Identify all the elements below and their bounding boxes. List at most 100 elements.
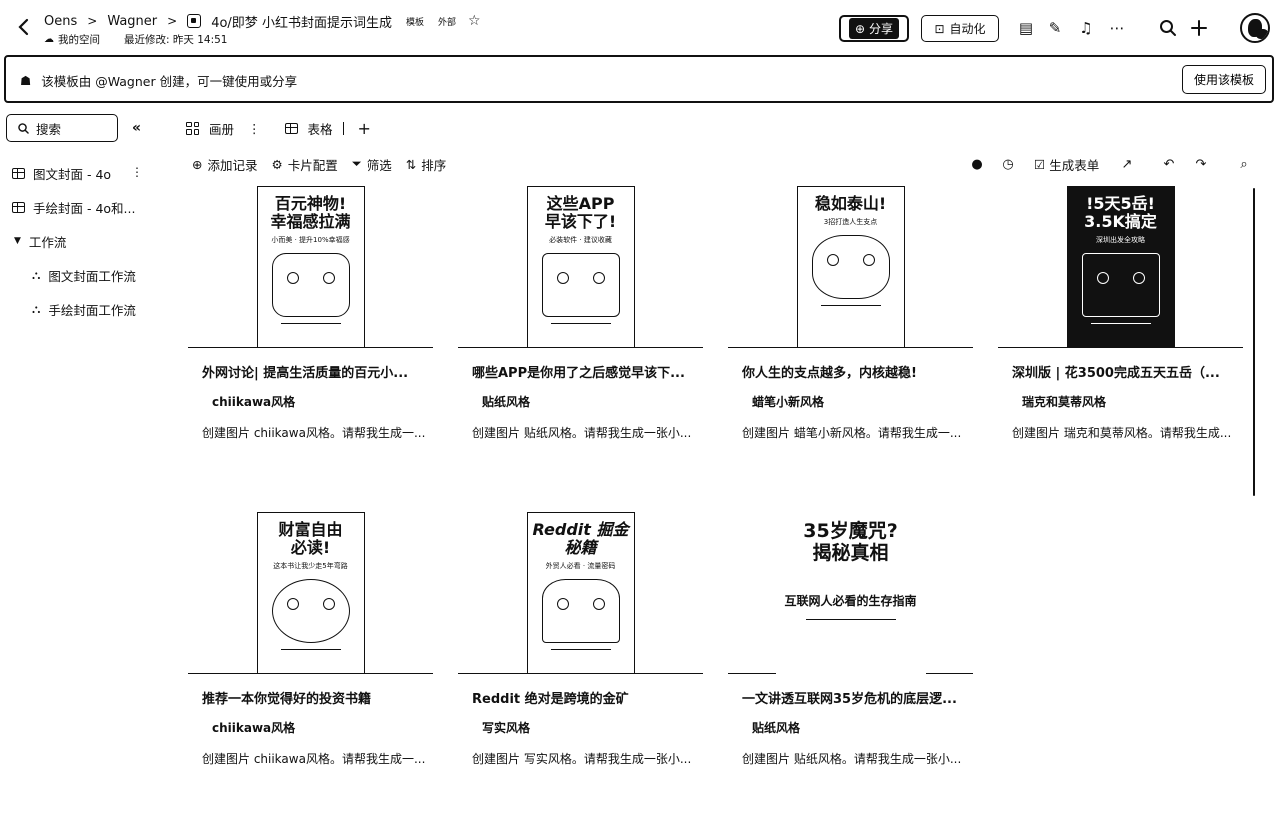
workflow-icon: ⛬: [32, 267, 41, 282]
automation-button[interactable]: ⊡ 自动化: [921, 15, 999, 42]
cover-headline: Reddit 掘金秘籍: [532, 520, 629, 557]
card-title: 你人生的支点越多，内核越稳!: [742, 366, 917, 381]
top-bar: Oens > Wagner > 4o/即梦 小红书封面提示词生成 模板 外部 ☆…: [0, 0, 1280, 52]
search-icon: [18, 122, 29, 134]
table-icon: [284, 122, 298, 134]
sidebar-item-graphic-cover[interactable]: 图文封面 - 4o: [12, 162, 111, 184]
base-doc-icon: [187, 14, 202, 28]
bell-icon[interactable]: ♫: [1076, 18, 1096, 38]
cover-image: 35岁魔咒? 揭秘真相 互联网人必看的生存指南: [775, 512, 926, 674]
cat-illustration-icon: [271, 579, 350, 643]
plus-icon[interactable]: [1189, 18, 1209, 38]
sidebar-folder-workflow[interactable]: ▼ 工作流: [14, 230, 66, 252]
collapse-sidebar-icon[interactable]: «: [132, 120, 141, 136]
more-icon[interactable]: ⋯: [1107, 18, 1127, 38]
template-tag: 模板: [405, 17, 424, 28]
color-icon[interactable]: ●: [970, 155, 984, 173]
breadcrumb-item-wagner[interactable]: Wagner: [107, 14, 157, 29]
card[interactable]: !5天5岳! 3.5K搞定 深圳出发全攻略 深圳版 | 花3500完成五天五岳（…: [998, 186, 1243, 486]
tab-gallery[interactable]: 画册: [209, 119, 234, 138]
use-template-button[interactable]: 使用该模板: [1182, 65, 1266, 94]
card-title: 一文讲透互联网35岁危机的底层逻...: [742, 692, 957, 707]
card-cover: 财富自由 必读! 这本书让我少走5年弯路: [188, 512, 433, 674]
cover-headline: !5天5岳! 3.5K搞定: [1084, 194, 1157, 231]
caret-down-icon: ▼: [14, 236, 21, 246]
sort-button[interactable]: ⇅ 排序: [406, 155, 447, 174]
card-cover: 稳如泰山! 3招打造人生支点: [728, 186, 973, 348]
robot-icon: ⊡: [934, 21, 945, 36]
sidebar-item-label: 工作流: [28, 234, 67, 250]
sort-icon: ⇅: [405, 156, 417, 172]
breadcrumb-item-oens[interactable]: Oens: [44, 14, 77, 29]
document-icon[interactable]: ▤: [1016, 18, 1036, 38]
plus-circle-icon: ⊕: [192, 156, 203, 172]
card-cover: Reddit 掘金秘籍 外贸人必看 · 流量密码: [458, 512, 703, 674]
phone-illustration-icon: [541, 253, 620, 317]
redo-icon[interactable]: ↷: [1194, 155, 1208, 173]
history-icon[interactable]: ◷: [1001, 155, 1015, 173]
card-cover: 这些APP 早该下了! 必装软件 · 建议收藏: [458, 186, 703, 348]
gear-icon: ⚙: [271, 156, 283, 172]
space-link[interactable]: ☁ 我的空间: [44, 32, 100, 47]
plugin-icon[interactable]: ✎: [1045, 18, 1065, 38]
doc-meta: ☁ 我的空间 最近修改: 昨天 14:51: [44, 32, 227, 47]
card-description: 创建图片 chiikawa风格。请帮我生成一...: [202, 426, 426, 440]
last-modified: 最近修改: 昨天 14:51: [124, 34, 228, 46]
search-placeholder: 搜索: [36, 121, 62, 137]
card-title: 推荐一本你觉得好的投资书籍: [202, 692, 372, 707]
share-view-icon[interactable]: ↗: [1120, 155, 1134, 173]
add-record-label: 添加记录: [207, 157, 258, 173]
avatar[interactable]: [1240, 13, 1270, 43]
external-tag: 外部: [437, 17, 456, 28]
search-icon[interactable]: [1158, 18, 1178, 38]
tab-table[interactable]: 表格: [308, 119, 333, 138]
sidebar-item-handdrawn-cover[interactable]: 手绘封面 - 4o和...: [12, 196, 135, 218]
sidebar-search-input[interactable]: 搜索: [6, 114, 118, 142]
card-cover: 35岁魔咒? 揭秘真相 互联网人必看的生存指南: [728, 512, 973, 674]
mountain-illustration-icon: [1081, 253, 1160, 317]
cover-headline: 财富自由 必读!: [278, 520, 343, 557]
filter-button[interactable]: ⏷ 筛选: [352, 155, 392, 174]
generate-form-button[interactable]: ☑ 生成表单: [1034, 155, 1106, 173]
cover-headline: 稳如泰山!: [814, 194, 887, 213]
card[interactable]: 这些APP 早该下了! 必装软件 · 建议收藏 哪些APP是你用了之后感觉早该下…: [458, 186, 703, 486]
star-icon[interactable]: ☆: [468, 13, 481, 29]
generate-form-label: 生成表单: [1049, 157, 1100, 173]
card[interactable]: 稳如泰山! 3招打造人生支点 你人生的支点越多，内核越稳! 蜡笔小新风格 创建图…: [728, 186, 973, 486]
cover-subtitle: 小而美 · 提升10%幸福感: [271, 236, 350, 244]
illustration-icon: [271, 253, 350, 317]
add-view-icon[interactable]: +: [358, 119, 371, 138]
card-config-button[interactable]: ⚙ 卡片配置: [272, 155, 338, 174]
view-tabs: 画册 ⋮ 表格 +: [186, 118, 371, 138]
view-more-icon[interactable]: ⋮: [248, 121, 261, 136]
cover-image: !5天5岳! 3.5K搞定 深圳出发全攻略: [1066, 186, 1175, 348]
character-illustration-icon: [811, 235, 890, 299]
search-records-icon[interactable]: ⌕: [1237, 155, 1251, 173]
share-button[interactable]: ⊕ 分享: [839, 15, 909, 42]
card-description: 创建图片 贴纸风格。请帮我生成一张小...: [742, 752, 962, 766]
divider: [342, 121, 344, 135]
person-illustration-icon: [541, 579, 620, 643]
card-style-tag: 瑞克和莫蒂风格: [1022, 395, 1107, 409]
undo-icon[interactable]: ↶: [1162, 155, 1176, 173]
card-title: 哪些APP是你用了之后感觉早该下...: [472, 366, 685, 381]
add-record-button[interactable]: ⊕ 添加记录: [192, 155, 258, 174]
cover-image: 财富自由 必读! 这本书让我少走5年弯路: [256, 512, 365, 674]
cover-image: 百元神物! 幸福感拉满 小而美 · 提升10%幸福感: [256, 186, 365, 348]
more-vertical-icon[interactable]: ⋮: [131, 165, 143, 179]
filter-icon: ⏷: [351, 156, 362, 171]
card[interactable]: 35岁魔咒? 揭秘真相 互联网人必看的生存指南 一文讲透互联网35岁危机的底层逻…: [728, 512, 973, 812]
scrollbar[interactable]: [1253, 188, 1255, 496]
card-cover: !5天5岳! 3.5K搞定 深圳出发全攻略: [998, 186, 1243, 348]
card[interactable]: 财富自由 必读! 这本书让我少走5年弯路 推荐一本你觉得好的投资书籍 chiik…: [188, 512, 433, 812]
card[interactable]: Reddit 掘金秘籍 外贸人必看 · 流量密码 Reddit 绝对是跨境的金矿…: [458, 512, 703, 812]
cover-headline: 这些APP 早该下了!: [544, 194, 617, 231]
card[interactable]: 百元神物! 幸福感拉满 小而美 · 提升10%幸福感 外网讨论| 提高生活质量的…: [188, 186, 433, 486]
back-arrow-icon[interactable]: [14, 17, 34, 37]
sidebar-item-graphic-workflow[interactable]: ⛬ 图文封面工作流: [32, 264, 136, 286]
sidebar-item-handdrawn-workflow[interactable]: ⛬ 手绘封面工作流: [32, 298, 136, 320]
chevron-right-icon: >: [87, 14, 98, 28]
cover-subtitle: 互联网人必看的生存指南: [784, 594, 917, 608]
document-title[interactable]: 4o/即梦 小红书封面提示词生成: [211, 12, 392, 31]
table-icon: [12, 201, 25, 213]
